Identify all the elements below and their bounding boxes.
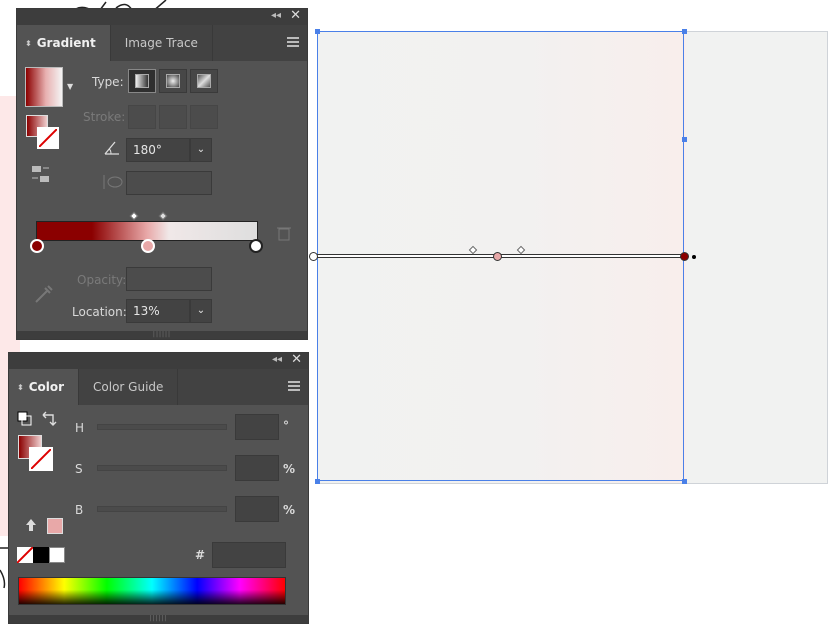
gradient-swatch-preview[interactable]: [25, 67, 63, 107]
close-icon[interactable]: ✕: [291, 352, 302, 367]
aspect-ratio-icon: [103, 175, 123, 189]
stroke-within-button: [128, 105, 156, 129]
brightness-slider[interactable]: [97, 506, 227, 512]
color-panel-tabs: ⬍ Color Color Guide: [9, 369, 308, 405]
midpoint-diamond-selected[interactable]: [158, 211, 168, 221]
saturation-unit: %: [283, 462, 296, 476]
selection-handle-bl[interactable]: [315, 479, 320, 484]
tab-gradient[interactable]: ⬍ Gradient: [17, 25, 111, 61]
type-label: Type:: [92, 75, 124, 89]
no-stroke-icon: [31, 449, 51, 469]
stroke-along-button: [159, 105, 187, 129]
collapse-icon[interactable]: ◂◂: [272, 354, 282, 365]
midpoint-diamond[interactable]: [129, 211, 139, 221]
gradient-panel: ◂◂ ✕ ⬍ Gradient Image Trace ▼ Type: Stro…: [17, 8, 307, 339]
annotator-color-stop[interactable]: [493, 252, 502, 261]
panel-resize-grip[interactable]: ||||||: [17, 331, 307, 339]
gradient-slider[interactable]: [36, 221, 258, 241]
brightness-unit: %: [283, 503, 296, 517]
gradient-stop[interactable]: [249, 239, 263, 253]
location-field[interactable]: 13%: [126, 299, 190, 323]
angle-icon: [104, 141, 119, 155]
selection-handle-tr[interactable]: [682, 29, 687, 34]
brightness-label: B: [75, 503, 84, 517]
annotator-end-point[interactable]: [692, 255, 696, 259]
swap-fill-stroke-icon[interactable]: [41, 411, 57, 427]
angle-dropdown-button[interactable]: ⌄: [190, 138, 212, 162]
radial-gradient-button[interactable]: [159, 69, 187, 93]
saturation-label: S: [75, 462, 83, 476]
delete-stop-icon[interactable]: [277, 225, 291, 241]
panel-titlebar[interactable]: ◂◂ ✕: [17, 8, 307, 25]
selection-handle-mr[interactable]: [682, 137, 687, 142]
saturation-field[interactable]: [235, 455, 279, 481]
brightness-field[interactable]: [235, 496, 279, 522]
panel-menu-icon[interactable]: [287, 37, 299, 47]
none-swatch[interactable]: [17, 547, 33, 563]
gradient-panel-tabs: ⬍ Gradient Image Trace: [17, 25, 307, 61]
stroke-label: Stroke:: [83, 110, 126, 124]
stroke-across-button: [190, 105, 218, 129]
annotator-color-stop[interactable]: [680, 252, 689, 261]
panel-titlebar[interactable]: ◂◂ ✕: [9, 352, 308, 369]
reverse-gradient-icon[interactable]: [30, 164, 52, 184]
annotator-start-point[interactable]: [309, 252, 318, 261]
aspect-ratio-field: [126, 171, 212, 195]
freeform-gradient-button[interactable]: [190, 69, 218, 93]
none-icon: [17, 547, 33, 563]
hue-unit: °: [283, 419, 289, 433]
gradient-stop[interactable]: [30, 239, 44, 253]
collapse-icon[interactable]: ◂◂: [271, 10, 281, 21]
tab-image-trace[interactable]: Image Trace: [111, 25, 213, 61]
eyedropper-icon[interactable]: [33, 283, 55, 305]
location-dropdown-button[interactable]: ⌄: [190, 299, 212, 323]
hex-field[interactable]: [212, 542, 286, 568]
color-spectrum[interactable]: [18, 577, 286, 605]
hue-slider[interactable]: [97, 424, 227, 430]
angle-field[interactable]: 180°: [126, 138, 190, 162]
selection-handle-tl[interactable]: [315, 29, 320, 34]
hex-label: #: [195, 548, 206, 562]
tab-arrows-icon: ⬍: [25, 38, 32, 48]
swatch-dropdown-icon[interactable]: ▼: [67, 82, 73, 91]
linear-gradient-button[interactable]: [128, 69, 156, 93]
gamut-color-swatch[interactable]: [47, 518, 63, 534]
default-fill-stroke-icon[interactable]: [17, 411, 33, 427]
out-of-gamut-icon[interactable]: [23, 517, 39, 533]
selection-handle-br[interactable]: [682, 479, 687, 484]
panel-menu-icon[interactable]: [288, 381, 300, 391]
tab-arrows-icon: ⬍: [17, 382, 24, 392]
opacity-label: Opacity:: [77, 273, 127, 287]
tab-color-guide[interactable]: Color Guide: [79, 369, 179, 405]
hue-label: H: [75, 421, 85, 435]
close-icon[interactable]: ✕: [290, 8, 301, 23]
color-panel: ◂◂ ✕ ⬍ Color Color Guide H ° S % B % # |…: [9, 352, 308, 623]
hue-field[interactable]: [235, 414, 279, 440]
opacity-field: [126, 267, 212, 291]
gradient-stop-selected[interactable]: [141, 239, 155, 253]
black-swatch[interactable]: [33, 547, 49, 563]
stroke-swatch[interactable]: [29, 447, 53, 471]
location-label: Location:: [72, 305, 127, 319]
tab-color[interactable]: ⬍ Color: [9, 369, 80, 405]
white-swatch[interactable]: [49, 547, 65, 563]
stroke-swatch[interactable]: [37, 127, 59, 149]
saturation-slider[interactable]: [97, 465, 227, 471]
panel-resize-grip[interactable]: ||||||: [9, 615, 308, 623]
no-stroke-icon: [39, 129, 57, 147]
